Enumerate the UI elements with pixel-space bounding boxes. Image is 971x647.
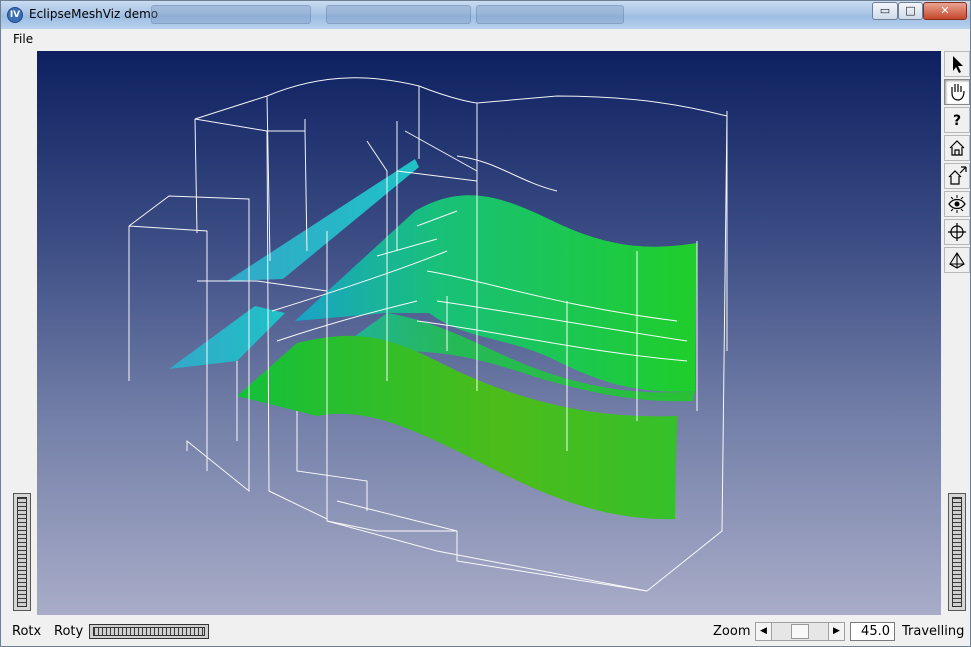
- maximize-button[interactable]: □: [898, 2, 923, 20]
- hand-view-button[interactable]: [944, 79, 970, 105]
- background-window-tab: [326, 5, 471, 24]
- travelling-label: Travelling: [902, 624, 965, 639]
- rotx-thumbwheel[interactable]: [13, 493, 31, 611]
- view-all-button[interactable]: [944, 191, 970, 217]
- home-button[interactable]: [944, 135, 970, 161]
- select-arrow-icon: [953, 56, 963, 73]
- seek-target-icon: [948, 223, 966, 241]
- zoom-decrease-button[interactable]: ◀: [756, 623, 772, 640]
- menu-file[interactable]: File: [13, 32, 33, 46]
- set-home-icon: [948, 166, 967, 185]
- zoom-value-field[interactable]: 45.0: [850, 622, 895, 641]
- zoom-slider[interactable]: ◀ ▶: [755, 622, 845, 641]
- title-bar[interactable]: IV EclipseMeshViz demo ▭ □ ✕: [1, 1, 970, 29]
- set-home-button[interactable]: [944, 163, 970, 189]
- help-question-icon: ?: [953, 113, 961, 129]
- close-button[interactable]: ✕: [923, 2, 967, 20]
- zoom-increase-button[interactable]: ▶: [828, 623, 844, 640]
- projection-cube-icon: [949, 251, 965, 269]
- background-window-tab: [476, 5, 624, 24]
- svg-text:?: ?: [953, 113, 961, 129]
- mesh-scene[interactable]: [37, 51, 941, 615]
- 3d-viewer[interactable]: [37, 51, 941, 615]
- seek-button[interactable]: [944, 219, 970, 245]
- help-button[interactable]: ?: [944, 107, 970, 133]
- menu-bar: File: [2, 30, 970, 49]
- minimize-button[interactable]: ▭: [872, 2, 898, 20]
- view-all-eye-icon: [948, 195, 966, 213]
- home-icon: [949, 140, 965, 156]
- thumbwheel-ridges: [952, 497, 962, 607]
- projection-button[interactable]: [944, 247, 970, 273]
- hand-view-icon: [951, 84, 965, 101]
- rotx-label: Rotx: [12, 624, 42, 639]
- zoom-slider-thumb[interactable]: [791, 624, 809, 639]
- app-window: IV EclipseMeshViz demo ▭ □ ✕ File ? Rotx…: [0, 0, 971, 647]
- zoom-label: Zoom: [713, 624, 751, 639]
- roty-label: Roty: [54, 624, 84, 639]
- select-arrow-button[interactable]: [944, 51, 970, 77]
- zoom-thumbwheel[interactable]: [948, 493, 966, 611]
- window-title: EclipseMeshViz demo: [29, 7, 159, 21]
- thumbwheel-ridges: [93, 627, 205, 636]
- roty-thumbwheel[interactable]: [89, 624, 209, 639]
- background-window-tab: [151, 5, 311, 24]
- app-icon: IV: [7, 7, 23, 23]
- thumbwheel-ridges: [17, 497, 27, 607]
- bottom-bar: Rotx Roty Zoom ◀ ▶ 45.0 Travelling: [1, 618, 970, 646]
